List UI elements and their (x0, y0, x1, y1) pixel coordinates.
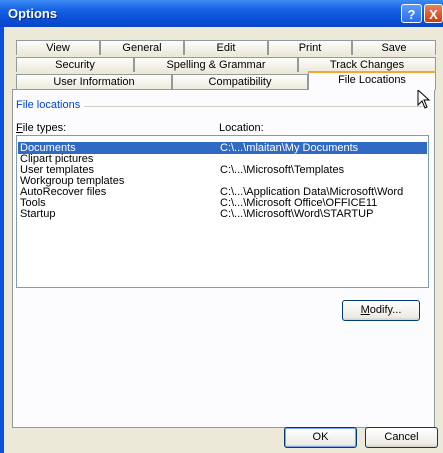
tab-edit[interactable]: Edit (184, 40, 268, 55)
modify-label: odify... (369, 304, 402, 316)
location-header: Location: (219, 122, 264, 134)
options-dialog: Options ? X View General Edit Print Save… (0, 0, 443, 453)
tab-user-information[interactable]: User Information (16, 74, 172, 90)
tab-general[interactable]: General (100, 40, 184, 55)
file-location: C:\...\Microsoft\Word\STARTUP (220, 208, 374, 220)
modify-accesskey: M (360, 304, 370, 316)
close-icon: X (429, 7, 438, 22)
tab-view[interactable]: View (16, 40, 100, 55)
help-icon: ? (407, 7, 416, 22)
tab-track-changes[interactable]: Track Changes (298, 57, 436, 72)
file-locations-list[interactable]: Documents C:\...\mlaitan\My Documents Cl… (16, 135, 429, 288)
tab-security[interactable]: Security (16, 57, 134, 72)
file-type: Startup (20, 208, 56, 220)
modify-button[interactable]: Modify... (342, 300, 420, 321)
tab-file-locations[interactable]: File Locations (308, 71, 436, 90)
tab-print[interactable]: Print (268, 40, 352, 55)
title-bar[interactable]: Options ? X (0, 0, 443, 27)
cancel-button[interactable]: Cancel (365, 427, 438, 448)
close-button[interactable]: X (424, 4, 443, 23)
list-item[interactable]: Startup C:\...\Microsoft\Word\STARTUP (18, 208, 427, 220)
ok-button[interactable]: OK (284, 427, 357, 448)
file-types-accesskey: F (16, 122, 23, 134)
tab-spelling-grammar[interactable]: Spelling & Grammar (134, 57, 298, 72)
tab-compatibility[interactable]: Compatibility (172, 74, 308, 90)
dialog-title: Options (8, 6, 58, 21)
file-types-header-text: ile types: (22, 122, 67, 134)
help-button[interactable]: ? (401, 4, 422, 23)
tab-save[interactable]: Save (352, 40, 436, 55)
mouse-cursor-icon (417, 89, 431, 109)
file-locations-group-label: File locations (16, 99, 85, 111)
file-types-header: File types: (16, 122, 66, 134)
